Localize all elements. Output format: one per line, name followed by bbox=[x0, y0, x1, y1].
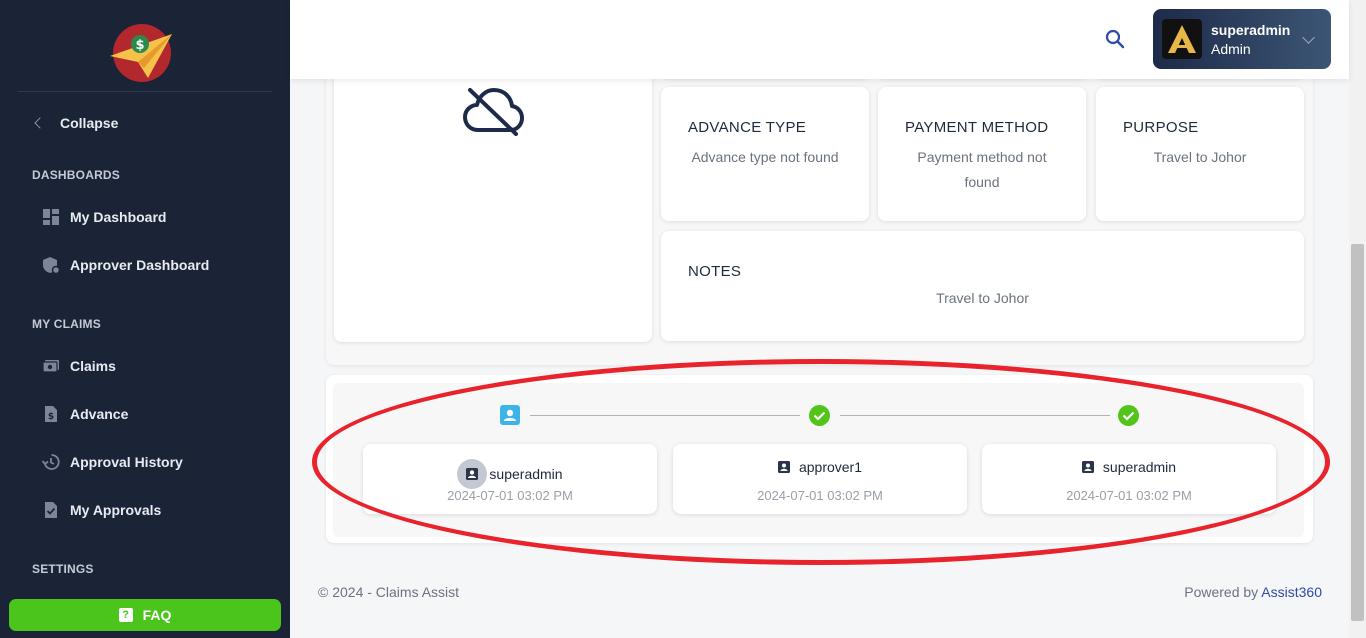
timeline-connector bbox=[530, 415, 800, 416]
user-menu-button[interactable]: superadmin Admin bbox=[1153, 9, 1331, 69]
scrollbar-thumb[interactable] bbox=[1351, 244, 1364, 621]
advance-type-card: ADVANCE TYPE Advance type not found bbox=[661, 87, 869, 221]
payment-method-title: PAYMENT METHOD bbox=[905, 119, 1049, 136]
footer-powered-by: Powered by Assist360 bbox=[1184, 584, 1322, 600]
sidebar-item-claims[interactable]: Claims bbox=[42, 357, 116, 375]
notes-title: NOTES bbox=[688, 263, 742, 280]
user-name: superadmin bbox=[1211, 21, 1291, 38]
sidebar-item-label: Advance bbox=[70, 406, 129, 422]
avatar-logo-icon bbox=[1168, 25, 1196, 53]
cloud-off-icon bbox=[463, 88, 524, 136]
user-avatar-icon bbox=[457, 459, 488, 489]
timeline-step-card: superadmin 2024-07-01 03:02 PM bbox=[982, 444, 1276, 514]
sidebar-item-label: My Dashboard bbox=[70, 209, 167, 225]
contact-icon bbox=[1081, 461, 1094, 473]
advance-type-value: Advance type not found bbox=[691, 149, 839, 165]
powered-by-label: Powered by bbox=[1184, 584, 1259, 600]
sidebar-item-advance[interactable]: $ Advance bbox=[42, 405, 128, 423]
chevron-left-icon bbox=[34, 117, 46, 129]
notes-card: NOTES Travel to Johor bbox=[661, 231, 1304, 341]
step-user-name: superadmin bbox=[489, 466, 563, 482]
sidebar-item-label: Approver Dashboard bbox=[70, 257, 210, 273]
section-dashboards: DASHBOARDS bbox=[32, 168, 121, 182]
history-icon bbox=[42, 454, 60, 470]
sidebar-item-my-dashboard[interactable]: My Dashboard bbox=[42, 208, 166, 226]
timeline-step-card: superadmin 2024-07-01 03:02 PM bbox=[363, 444, 657, 514]
sidebar-divider bbox=[18, 91, 272, 92]
chevron-down-icon bbox=[1302, 31, 1315, 44]
sidebar-item-approval-history[interactable]: Approval History bbox=[42, 453, 183, 471]
question-icon: ? bbox=[118, 608, 133, 622]
collapse-button[interactable]: Collapse bbox=[34, 115, 119, 131]
payment-method-value: Payment method not found bbox=[917, 149, 1047, 190]
assist360-link[interactable]: Assist360 bbox=[1261, 584, 1322, 600]
purpose-card: PURPOSE Travel to Johor bbox=[1096, 87, 1304, 221]
approved-document-icon bbox=[45, 502, 57, 518]
user-badge-icon bbox=[500, 405, 520, 425]
sidebar: $ Collapse DASHBOARDS My Dashboard Appro… bbox=[0, 0, 290, 638]
purpose-value: Travel to Johor bbox=[1153, 149, 1247, 165]
contact-icon bbox=[777, 461, 790, 473]
avatar bbox=[1162, 19, 1202, 59]
check-circle-icon bbox=[809, 405, 830, 426]
shield-settings-icon bbox=[43, 257, 60, 274]
user-role: Admin bbox=[1211, 40, 1251, 57]
dashboard-icon bbox=[43, 209, 59, 225]
section-settings: SETTINGS bbox=[32, 562, 94, 576]
sidebar-item-label: Approval History bbox=[70, 454, 183, 470]
advance-type-title: ADVANCE TYPE bbox=[688, 119, 807, 136]
svg-text:$: $ bbox=[135, 38, 144, 53]
payment-method-card: PAYMENT METHOD Payment method not found bbox=[878, 87, 1086, 221]
attachment-card bbox=[334, 60, 652, 342]
timeline-step-card: approver1 2024-07-01 03:02 PM bbox=[673, 444, 967, 514]
footer-copyright: © 2024 - Claims Assist bbox=[318, 584, 460, 600]
step-date: 2024-07-01 03:02 PM bbox=[447, 488, 573, 503]
step-date: 2024-07-01 03:02 PM bbox=[1066, 488, 1192, 503]
dollar-document-icon: $ bbox=[45, 406, 57, 422]
search-icon[interactable] bbox=[1105, 29, 1125, 49]
faq-button[interactable]: ? FAQ bbox=[9, 599, 281, 631]
app-logo-icon[interactable]: $ bbox=[108, 22, 176, 84]
step-user-name: superadmin bbox=[1102, 459, 1177, 475]
timeline-connector bbox=[840, 415, 1110, 416]
purpose-title: PURPOSE bbox=[1123, 119, 1199, 136]
svg-text:$: $ bbox=[48, 412, 54, 422]
cash-icon bbox=[42, 360, 59, 373]
sidebar-item-label: My Approvals bbox=[70, 502, 162, 518]
step-date: 2024-07-01 03:02 PM bbox=[757, 488, 883, 503]
collapse-label: Collapse bbox=[60, 115, 119, 131]
check-circle-icon bbox=[1118, 405, 1139, 426]
sidebar-item-label: Claims bbox=[70, 358, 116, 374]
faq-label: FAQ bbox=[142, 607, 172, 623]
sidebar-item-approver-dashboard[interactable]: Approver Dashboard bbox=[42, 256, 209, 274]
topbar: superadmin Admin bbox=[290, 0, 1349, 79]
step-user-name: approver1 bbox=[798, 459, 863, 475]
notes-value: Travel to Johor bbox=[936, 290, 1029, 306]
sidebar-item-my-approvals[interactable]: My Approvals bbox=[42, 501, 161, 519]
section-my-claims: MY CLAIMS bbox=[32, 317, 101, 331]
